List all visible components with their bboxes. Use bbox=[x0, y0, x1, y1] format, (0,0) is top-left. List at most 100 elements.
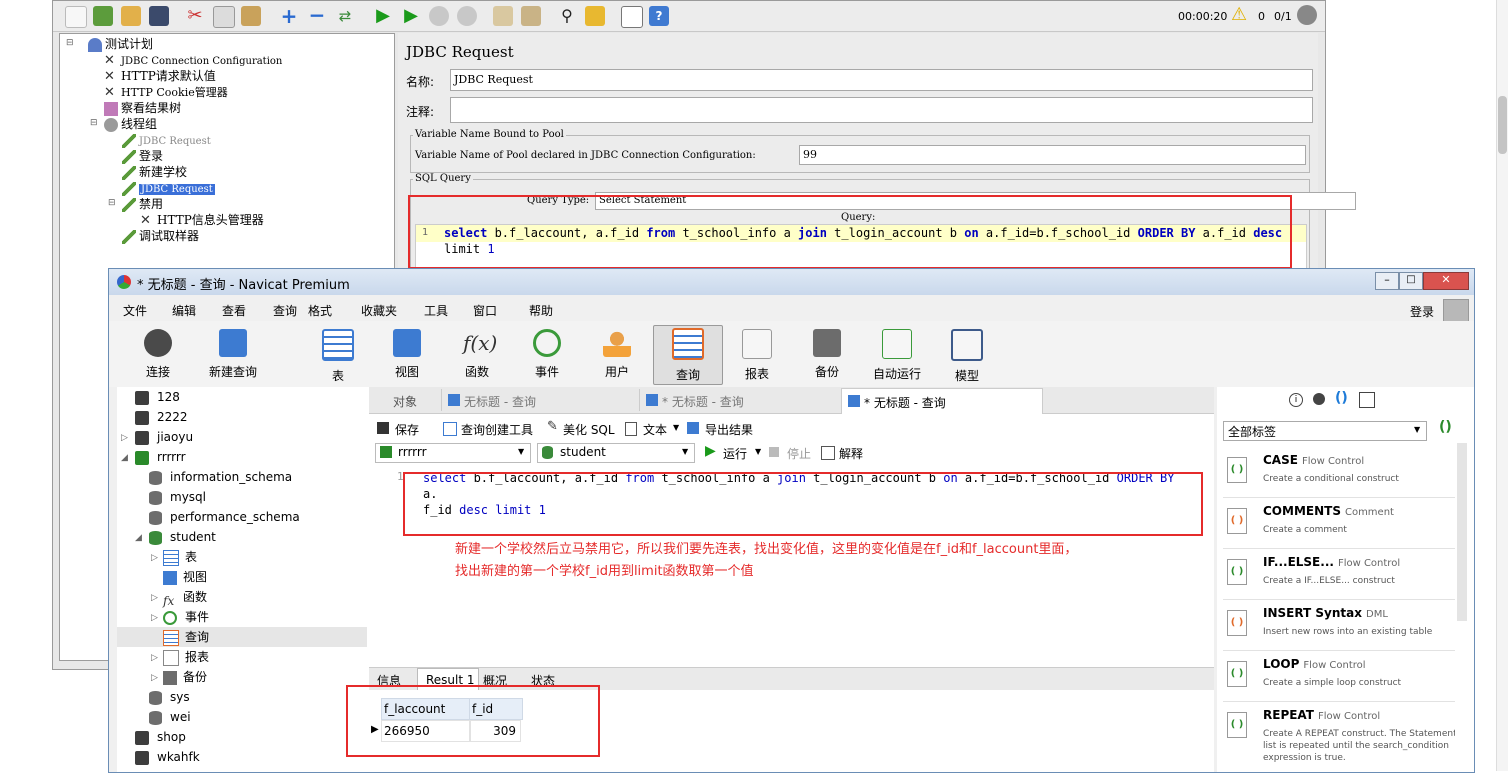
tree-item-disabled[interactable]: 禁用 bbox=[122, 196, 163, 212]
menu-help[interactable]: 帮助 bbox=[529, 302, 553, 319]
function-button[interactable]: f(x) 函数 bbox=[447, 327, 507, 380]
tree-item-test-plan[interactable]: 测试计划 bbox=[88, 36, 153, 52]
report-button[interactable]: 报表 bbox=[727, 327, 787, 382]
run-icon[interactable]: ▶ bbox=[705, 443, 716, 459]
clear-icon[interactable] bbox=[493, 6, 513, 26]
database-performance-schema[interactable]: performance_schema bbox=[149, 507, 300, 527]
reset-search-icon[interactable] bbox=[585, 6, 605, 26]
menu-view[interactable]: 查看 bbox=[222, 302, 246, 319]
connection-jiaoyu[interactable]: jiaoyu bbox=[135, 427, 193, 447]
menu-tools[interactable]: 工具 bbox=[424, 302, 448, 319]
templates-icon[interactable] bbox=[93, 6, 113, 26]
maximize-button[interactable]: □ bbox=[1399, 272, 1423, 290]
expand-icon[interactable]: + bbox=[279, 6, 299, 26]
chevron-down-icon[interactable]: ▼ bbox=[673, 423, 679, 432]
database-wei[interactable]: wei bbox=[149, 707, 191, 727]
expand-arrow[interactable]: ▷ bbox=[151, 553, 158, 563]
snippet-item[interactable]: ( ) COMMENTS Comment Create a comment bbox=[1223, 498, 1455, 549]
explain-button[interactable]: 解释 bbox=[839, 445, 863, 462]
scrollbar-thumb[interactable] bbox=[1498, 96, 1507, 154]
new-icon[interactable] bbox=[65, 6, 87, 28]
connection-button[interactable]: 连接 bbox=[128, 327, 188, 380]
backup-button[interactable]: 备份 bbox=[797, 327, 857, 380]
database-mysql[interactable]: mysql bbox=[149, 487, 206, 507]
database-student[interactable]: student bbox=[149, 527, 216, 547]
connection-shop[interactable]: shop bbox=[135, 727, 186, 747]
expand-arrow[interactable]: ▷ bbox=[121, 433, 128, 443]
view-button[interactable]: 视图 bbox=[377, 327, 437, 380]
collapse-icon[interactable]: − bbox=[307, 5, 327, 26]
open-icon[interactable] bbox=[121, 6, 141, 26]
connection-wkahfk[interactable]: wkahfk bbox=[135, 747, 200, 767]
query-button-active[interactable]: 查询 bbox=[653, 325, 723, 385]
tree-item-queries[interactable]: 查询 bbox=[163, 627, 209, 647]
tree-item-header-manager[interactable]: ✕ HTTP信息头管理器 bbox=[140, 212, 264, 228]
tab-untitled-query-1[interactable]: 无标题 - 查询 bbox=[441, 389, 638, 411]
connection-2222[interactable]: 2222 bbox=[135, 407, 188, 427]
close-button[interactable]: ✕ bbox=[1423, 272, 1469, 290]
collapse-toggle[interactable]: ⊟ bbox=[90, 118, 98, 128]
tree-item-tables[interactable]: 表 bbox=[163, 547, 197, 567]
new-query-button[interactable]: 新建查询 bbox=[203, 327, 263, 380]
collapse-toggle[interactable]: ⊟ bbox=[66, 38, 74, 48]
query-builder-button[interactable]: 查询创建工具 bbox=[461, 421, 533, 438]
tree-item-functions[interactable]: fx 函数 bbox=[163, 587, 207, 608]
warning-icon[interactable]: ⚠ bbox=[1231, 4, 1247, 25]
collapse-toggle[interactable]: ⊟ bbox=[108, 198, 116, 208]
cut-icon[interactable]: ✂ bbox=[185, 6, 205, 26]
automation-button[interactable]: 自动运行 bbox=[867, 327, 927, 382]
connection-select[interactable]: rrrrrr ▼ bbox=[375, 443, 531, 463]
expand-arrow[interactable]: ▷ bbox=[151, 653, 158, 663]
connection-rrrrrr[interactable]: rrrrrr bbox=[135, 447, 186, 467]
export-results-button[interactable]: 导出结果 bbox=[705, 421, 753, 438]
save-icon[interactable] bbox=[149, 6, 169, 26]
collapse-arrow[interactable]: ◢ bbox=[135, 533, 142, 543]
eye-icon[interactable] bbox=[1313, 393, 1325, 405]
tab-untitled-query-2[interactable]: * 无标题 - 查询 bbox=[639, 389, 840, 411]
copy-icon[interactable] bbox=[213, 6, 235, 28]
table-button[interactable]: 表 bbox=[308, 327, 368, 384]
database-information-schema[interactable]: information_schema bbox=[149, 467, 292, 487]
menu-format[interactable]: 格式 bbox=[308, 302, 332, 319]
menu-query[interactable]: 查询 bbox=[273, 302, 297, 319]
paste-icon[interactable] bbox=[241, 6, 261, 26]
database-select[interactable]: student ▼ bbox=[537, 443, 695, 463]
function-helper-icon[interactable] bbox=[621, 6, 643, 28]
chevron-down-icon[interactable]: ▼ bbox=[755, 447, 761, 456]
snippet-item[interactable]: ( ) REPEAT Flow Control Create A REPEAT c… bbox=[1223, 702, 1455, 772]
comment-field[interactable] bbox=[450, 97, 1313, 123]
tree-item-jdbc-config[interactable]: ✕ JDBC Connection Configuration bbox=[104, 52, 282, 68]
event-button[interactable]: 事件 bbox=[517, 327, 577, 380]
tree-item-backups[interactable]: 备份 bbox=[163, 667, 207, 687]
minimize-button[interactable]: – bbox=[1375, 272, 1399, 290]
start-icon[interactable]: ▶ bbox=[373, 6, 393, 26]
tree-item-views[interactable]: 视图 bbox=[163, 567, 207, 587]
tree-item-login[interactable]: 登录 bbox=[122, 148, 163, 164]
user-button[interactable]: 用户 bbox=[587, 327, 647, 380]
page-scrollbar[interactable] bbox=[1496, 0, 1508, 771]
tag-filter-select[interactable]: 全部标签 ▼ bbox=[1223, 421, 1427, 441]
tree-item-thread-group[interactable]: 线程组 bbox=[104, 116, 157, 132]
connection-128[interactable]: 128 bbox=[135, 387, 180, 407]
login-link[interactable]: 登录 bbox=[1410, 303, 1434, 320]
new-snippet-icon[interactable]: () bbox=[1439, 419, 1452, 435]
grid-icon[interactable] bbox=[1359, 392, 1375, 408]
database-sys[interactable]: sys bbox=[149, 687, 190, 707]
tab-untitled-query-3-active[interactable]: * 无标题 - 查询 bbox=[841, 388, 1043, 414]
stop-icon[interactable] bbox=[429, 6, 449, 26]
clear-all-icon[interactable] bbox=[521, 6, 541, 26]
text-button[interactable]: 文本 bbox=[643, 421, 667, 438]
start-no-pauses-icon[interactable]: ▶ bbox=[401, 6, 421, 26]
tree-item-jdbc-request-disabled[interactable]: JDBC Request bbox=[122, 132, 211, 148]
shutdown-icon[interactable] bbox=[457, 6, 477, 26]
expand-arrow[interactable]: ▷ bbox=[151, 673, 158, 683]
model-button[interactable]: 模型 bbox=[937, 327, 997, 384]
snippet-item[interactable]: ( ) INSERT Syntax DML Insert new rows int… bbox=[1223, 600, 1455, 651]
help-icon[interactable]: ? bbox=[649, 6, 669, 26]
run-button[interactable]: 运行 bbox=[723, 445, 747, 462]
code-snippet-icon[interactable]: () bbox=[1335, 390, 1348, 406]
collapse-arrow[interactable]: ◢ bbox=[121, 453, 128, 463]
snippet-item[interactable]: ( ) LOOP Flow Control Create a simple loo… bbox=[1223, 651, 1455, 702]
expand-arrow[interactable]: ▷ bbox=[151, 593, 158, 603]
menu-file[interactable]: 文件 bbox=[123, 302, 147, 319]
